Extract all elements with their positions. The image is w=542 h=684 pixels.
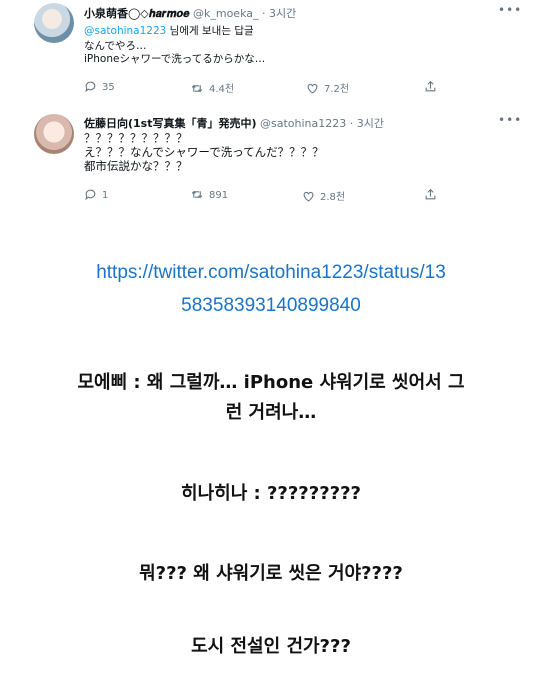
retweet-icon [191,85,203,92]
timestamp[interactable]: · 3시간 [262,7,296,20]
more-horizontal-icon[interactable]: ••• [498,113,522,127]
tweet-url-line-1[interactable]: https://twitter.com/satohina1223/status/… [0,256,542,289]
user-handle[interactable]: @satohina1223 [260,117,346,130]
heart-icon [307,83,318,94]
tweet-header: 佐藤日向(1st写真集「青」発売中) @satohina1223 · 3시간 [84,115,384,131]
share-icon [425,80,436,92]
tweet-satohina[interactable]: 佐藤日向(1st写真集「青」発売中) @satohina1223 · 3시간 •… [0,112,542,212]
like-button[interactable]: 2.8천 [302,188,345,203]
share-icon [425,188,436,200]
tweet-url-link[interactable]: https://twitter.com/satohina1223/status/… [0,256,542,322]
avatar[interactable] [34,114,74,154]
share-button[interactable] [424,80,442,93]
reply-to-label: 님에게 보내는 답글 [166,25,254,37]
caption-moeka: 모에삐 : 왜 그럴까… iPhone 샤워기로 씻어서 그 런 거려나… [20,368,522,428]
like-count: 7.2천 [324,84,350,95]
retweet-icon [191,191,203,198]
caption-moeka-line-2: 런 거려나… [225,402,317,423]
caption-hina: 히나히나 : ????????? [181,483,361,504]
tweet-url-line-2[interactable]: 58358393140899840 [0,289,542,322]
tweet-header: 小泉萌香◯◇𝒉𝒂𝒓𝒎𝒐𝒆 @k_moeka_ · 3시간 [84,5,296,21]
like-count: 2.8천 [320,192,346,203]
avatar[interactable] [34,3,74,43]
more-horizontal-icon[interactable]: ••• [498,3,522,17]
reply-icon [85,81,96,93]
reply-icon [85,189,96,201]
caption-moeka-line-1: 모에삐 : 왜 그럴까… iPhone 샤워기로 씻어서 그 [77,372,465,393]
tweet-text: なんでやろ… iPhoneシャワーで洗ってるからかな… [84,40,266,65]
reply-button[interactable]: 35 [84,80,115,93]
tweet-moeka[interactable]: 小泉萌香◯◇𝒉𝒂𝒓𝒎𝒐𝒆 @k_moeka_ · 3시간 ••• @satohi… [0,0,542,112]
heart-icon [303,191,314,202]
reply-count: 35 [102,82,115,93]
reply-button[interactable]: 1 [84,188,108,201]
retweet-count: 891 [209,190,229,201]
caption-question: 뭐??? 왜 샤워기로 씻은 거야???? [139,563,403,584]
mention-link[interactable]: @satohina1223 [84,25,166,37]
caption-legend: 도시 전설인 건가??? [191,636,351,657]
reply-count: 1 [102,190,109,201]
like-button[interactable]: 7.2천 [306,80,349,95]
retweet-button[interactable]: 4.4천 [190,80,234,95]
timestamp[interactable]: · 3시간 [350,117,384,130]
display-name[interactable]: 佐藤日向(1st写真集「青」発売中) [84,117,257,130]
share-button[interactable] [424,188,442,201]
tweet-text: ？？？？？？？？？ え？？？なんでシャワーで洗ってんだ？？？？ 都市伝説かな？？… [84,131,324,173]
retweet-count: 4.4천 [209,84,235,95]
display-name[interactable]: 小泉萌香◯◇𝒉𝒂𝒓𝒎𝒐𝒆 [84,7,189,20]
user-handle[interactable]: @k_moeka_ [193,7,259,20]
retweet-button[interactable]: 891 [190,188,228,201]
reply-to-line: @satohina1223 님에게 보내는 답글 [84,23,254,38]
